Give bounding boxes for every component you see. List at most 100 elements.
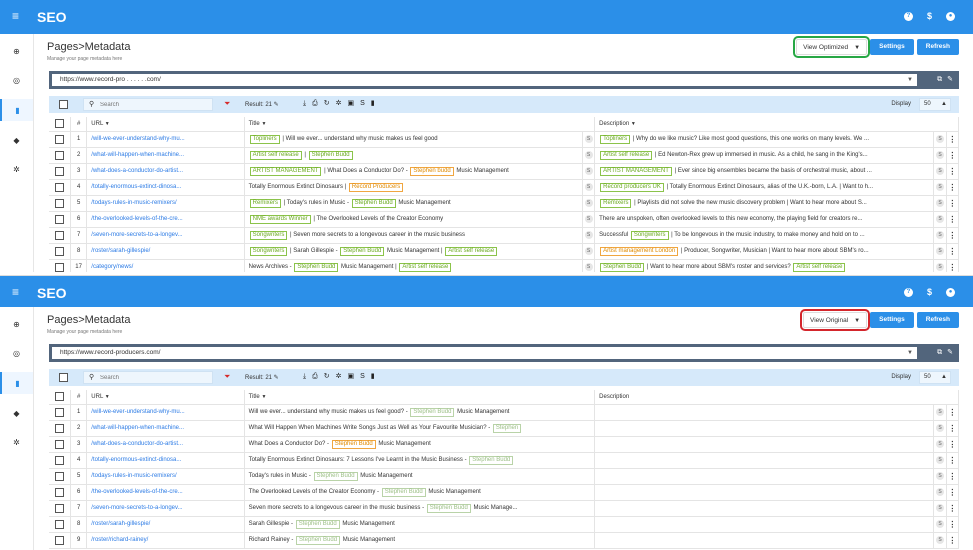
select-all-checkbox[interactable] [59, 373, 68, 382]
table-row[interactable]: 2/what-will-happen-when-machine... Artist… [49, 147, 960, 164]
seo-status-icon[interactable]: S [936, 472, 945, 480]
print-icon[interactable]: ⎙ [312, 99, 318, 108]
row-url-link[interactable]: /what-will-happen-when-machine... [86, 147, 245, 164]
row-more-icon[interactable]: ⋮ [946, 452, 960, 469]
row-title[interactable]: Remixers | Today's rules in Music - Step… [244, 195, 583, 212]
row-description[interactable] [594, 404, 935, 421]
row-checkbox[interactable] [54, 407, 64, 417]
table-row[interactable]: 7/seven-more-secrets-to-a-longev... Songw… [49, 227, 960, 244]
row-more-icon[interactable]: ⋮ [946, 516, 960, 533]
row-url-link[interactable]: /the-overlooked-levels-of-the-cre... [86, 484, 245, 501]
search-input[interactable] [100, 373, 200, 382]
row-more-icon[interactable]: ⋮ [946, 420, 960, 437]
menu-icon[interactable]: ≡ [12, 10, 19, 22]
row-url-link[interactable]: /seven-more-secrets-to-a-longev... [86, 227, 245, 244]
user-icon[interactable]: ● [946, 288, 955, 297]
seo-status-icon[interactable]: S [936, 167, 945, 175]
row-url-link[interactable]: /roster/sarah-gillespie/ [86, 516, 245, 533]
row-title[interactable]: Richard Rainey - Stephen Budd Music Mana… [244, 532, 596, 549]
table-row[interactable]: 2/what-will-happen-when-machine... What W… [49, 420, 960, 437]
col-url[interactable]: URL ▼ [86, 390, 245, 405]
row-title[interactable]: Songwriters | Seven more secrets to a lo… [244, 227, 583, 244]
user-icon[interactable]: ● [946, 12, 955, 21]
refresh-icon[interactable]: ↻ [324, 372, 330, 381]
row-checkbox[interactable] [54, 487, 64, 497]
clear-filter-icon[interactable]: ⏷ [224, 99, 230, 109]
row-description[interactable]: There are unspoken, often overlooked lev… [594, 211, 935, 228]
seo-status-icon[interactable]: S [584, 199, 593, 207]
table-row[interactable]: 8/roster/sarah-gillespie/Songwriters | S… [49, 243, 960, 260]
document-icon[interactable]: ▮ [0, 372, 33, 394]
row-url-link[interactable]: /totally-enormous-extinct-dinosa... [86, 179, 245, 196]
row-description[interactable] [594, 500, 935, 517]
seo-status-icon[interactable]: S [936, 456, 945, 464]
target-icon[interactable]: ◎ [0, 342, 33, 364]
row-url-link[interactable]: /seven-more-secrets-to-a-longev... [86, 500, 245, 517]
row-more-icon[interactable]: ⋮ [946, 259, 960, 272]
refresh-icon[interactable]: ↻ [324, 99, 330, 108]
table-row[interactable]: 3/what-does-a-conductor-do-artist... What… [49, 436, 960, 453]
settings-icon[interactable]: ✲ [0, 158, 33, 180]
download-icon[interactable]: ⤓ [303, 372, 306, 381]
seo-status-icon[interactable]: S [584, 151, 593, 159]
gear-icon[interactable]: ✲ [336, 99, 342, 108]
display-select[interactable]: 50 ▲ [919, 98, 951, 111]
edit-icon[interactable]: ✎ [947, 75, 953, 84]
col-description[interactable]: Description ▼ [594, 117, 959, 132]
display-select[interactable]: 50 ▲ [919, 371, 951, 384]
row-description[interactable] [594, 484, 935, 501]
tag-icon[interactable]: ◆ [0, 402, 33, 424]
help-icon[interactable]: ? [904, 288, 913, 297]
settings-icon[interactable]: ✲ [0, 431, 33, 453]
view-toggle-button[interactable]: View Optimized ▼ [793, 36, 871, 58]
row-checkbox[interactable] [54, 439, 64, 449]
row-title[interactable]: The Overlooked Levels of the Creator Eco… [244, 484, 596, 501]
seo-status-icon[interactable]: S [936, 424, 945, 432]
row-title[interactable]: Will we ever... understand why music mak… [244, 404, 596, 421]
row-checkbox[interactable] [54, 198, 64, 208]
seo-status-icon[interactable]: S [584, 247, 593, 255]
row-url-link[interactable]: /will-we-ever-understand-why-mu... [86, 404, 245, 421]
table-row[interactable]: 1/will-we-ever-understand-why-mu... Topli… [49, 131, 960, 148]
row-checkbox[interactable] [54, 166, 64, 176]
globe-icon[interactable]: ⊕ [0, 40, 33, 62]
row-description[interactable] [594, 468, 935, 485]
document-icon[interactable]: ▮ [0, 99, 33, 121]
edit-icon[interactable]: ✎ [947, 348, 953, 357]
row-title[interactable]: Totally Enormous Extinct Dinosaurs: 7 Le… [244, 452, 596, 469]
trash-icon[interactable]: ▮ [371, 99, 375, 108]
row-checkbox[interactable] [54, 423, 64, 433]
refresh-button[interactable]: Refresh [916, 312, 959, 328]
row-more-icon[interactable]: ⋮ [946, 195, 960, 212]
row-description[interactable]: Successful Songwriters | To be longevous… [594, 227, 935, 244]
row-more-icon[interactable]: ⋮ [946, 500, 960, 517]
table-row[interactable]: 4/totally-enormous-extinct-dinosa... Tota… [49, 179, 960, 196]
seo-status-icon[interactable]: S [936, 440, 945, 448]
row-description[interactable]: Stephen Budd | Want to hear more about S… [594, 259, 935, 272]
row-description[interactable]: Record producers UK | Totally Enormous E… [594, 179, 935, 196]
search-input[interactable] [100, 100, 200, 109]
row-url-link[interactable]: /category/news/ [86, 259, 245, 272]
row-checkbox[interactable] [54, 471, 64, 481]
row-more-icon[interactable]: ⋮ [946, 484, 960, 501]
url-select[interactable]: https://www.record-producers.com/▼ [52, 347, 917, 359]
seo-status-icon[interactable]: S [936, 504, 945, 512]
row-url-link[interactable]: /todays-rules-in-music-remixers/ [86, 195, 245, 212]
seo-status-icon[interactable]: S [584, 231, 593, 239]
table-row[interactable]: 7/seven-more-secrets-to-a-longev... Seven… [49, 500, 960, 517]
s-icon[interactable]: S [360, 372, 365, 381]
row-url-link[interactable]: /will-we-ever-understand-why-mu... [86, 131, 245, 148]
row-description[interactable] [594, 516, 935, 533]
row-checkbox[interactable] [54, 134, 64, 144]
row-url-link[interactable]: /what-will-happen-when-machine... [86, 420, 245, 437]
row-checkbox[interactable] [54, 182, 64, 192]
menu-icon[interactable]: ≡ [12, 286, 19, 298]
row-title[interactable]: What Does a Conductor Do? - Stephen Budd… [244, 436, 596, 453]
seo-status-icon[interactable]: S [584, 167, 593, 175]
col-description[interactable]: Description [594, 390, 959, 405]
row-title[interactable]: Artist self release | Stephen Budd [244, 147, 583, 164]
seo-status-icon[interactable]: S [936, 408, 945, 416]
row-more-icon[interactable]: ⋮ [946, 179, 960, 196]
seo-status-icon[interactable]: S [584, 135, 593, 143]
seo-status-icon[interactable]: S [936, 536, 945, 544]
